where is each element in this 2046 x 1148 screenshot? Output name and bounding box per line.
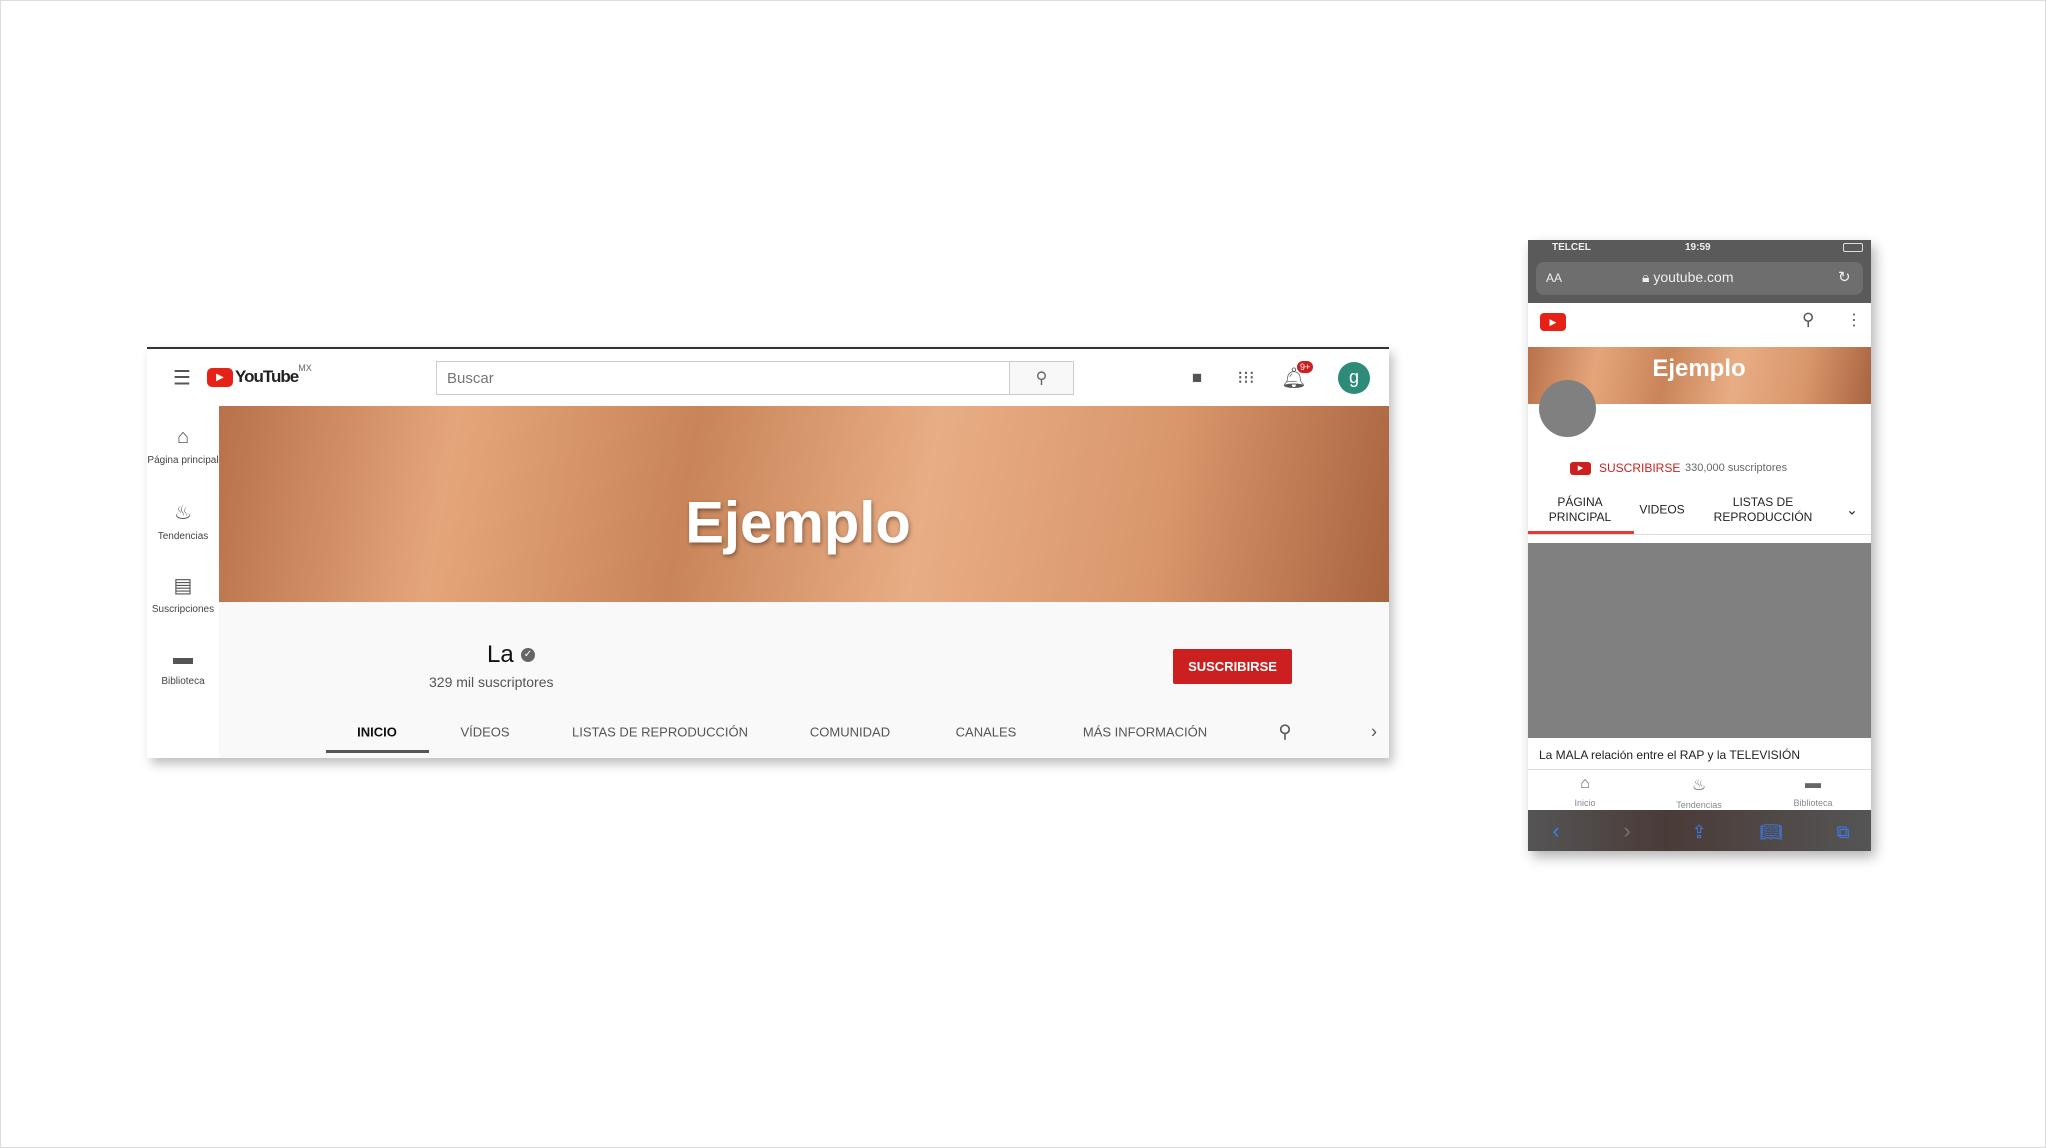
home-icon: ⌂	[176, 426, 190, 448]
create-video-icon[interactable]: ■	[1192, 368, 1202, 388]
subscriber-count: 330,000 suscriptores	[1685, 462, 1788, 474]
video-title[interactable]: La MALA relación entre el RAP y la TELEV…	[1539, 748, 1800, 762]
tabs-icon[interactable]: ⧉	[1837, 822, 1850, 843]
sidebar-item-home[interactable]: ⌂ Página principal	[147, 426, 219, 466]
url-text: 🔒︎ youtube.com	[1642, 269, 1734, 285]
verified-icon: ✓	[521, 648, 535, 662]
notification-badge: 9+	[1297, 361, 1314, 373]
subscriber-count: 329 mil suscriptores	[429, 674, 554, 690]
tab-home[interactable]: PÁGINA PRINCIPAL	[1540, 495, 1620, 525]
banner-title: Ejemplo	[1652, 355, 1746, 382]
active-tab-indicator	[326, 750, 429, 753]
tab-about[interactable]: MÁS INFORMACIÓN	[1083, 725, 1207, 740]
tab-community[interactable]: COMUNIDAD	[810, 725, 890, 740]
chevron-right-icon[interactable]: ›	[1371, 722, 1377, 743]
fire-icon: ♨	[1691, 777, 1707, 794]
clock: 19:59	[1685, 242, 1711, 253]
chevron-down-icon[interactable]: ⌄	[1846, 502, 1858, 518]
tab-videos[interactable]: VIDEOS	[1639, 503, 1684, 518]
reload-icon[interactable]: ↻	[1838, 268, 1851, 286]
youtube-logo[interactable]: ▶ YouTube MX	[207, 363, 312, 387]
forward-icon[interactable]: ›	[1623, 818, 1630, 844]
battery-icon	[1843, 243, 1863, 252]
hamburger-menu-icon[interactable]: ☰	[173, 366, 191, 391]
folder-icon: ▬	[1805, 775, 1821, 792]
desktop-mockup: ☰ ▶ YouTube MX ⚲ ■ ⁝⁝⁝ 🔔︎ 9+ g ⌂Página p…	[147, 347, 1389, 758]
youtube-play-icon: ▶	[1570, 462, 1591, 475]
sidebar-item-subscriptions[interactable]: ▤ Suscripciones	[147, 573, 219, 615]
nav-biblioteca[interactable]: ▬ Biblioteca	[1756, 771, 1870, 810]
youtube-play-icon: ▶	[207, 367, 233, 387]
mobile-mockup: TELCEL 19:59 AA 🔒︎ youtube.com ↻ ▶ ⚲ ⋮ E…	[1528, 240, 1871, 851]
search-icon[interactable]: ⚲	[1802, 310, 1814, 330]
youtube-logo[interactable]: ▶	[1540, 313, 1566, 331]
share-icon[interactable]: ⇪	[1691, 822, 1706, 843]
nav-tendencias[interactable]: ♨ Tendencias	[1642, 771, 1756, 810]
text-size-button[interactable]: AA	[1546, 271, 1562, 285]
back-icon[interactable]: ‹	[1552, 818, 1559, 844]
banner-title: Ejemplo	[685, 490, 911, 556]
divider	[1528, 769, 1871, 770]
channel-avatar	[1539, 380, 1596, 437]
avatar[interactable]: g	[1338, 362, 1370, 394]
lock-icon: 🔒︎	[1642, 269, 1654, 285]
tab-inicio[interactable]: INICIO	[357, 725, 397, 740]
search-button[interactable]: ⚲	[1009, 361, 1074, 395]
apps-grid-icon[interactable]: ⁝⁝⁝	[1237, 368, 1254, 389]
subscribe-button[interactable]: SUSCRIBIRSE	[1173, 649, 1292, 684]
subscriptions-icon: ▤	[173, 575, 193, 597]
divider	[1528, 534, 1871, 535]
sidebar-item-trending[interactable]: ♨ Tendencias	[147, 500, 219, 542]
search-icon: ⚲	[1035, 370, 1048, 387]
bookmarks-icon[interactable]: 📖︎	[1760, 822, 1783, 843]
folder-icon: ▬	[173, 647, 193, 669]
channel-search-icon[interactable]: ⚲	[1278, 722, 1291, 743]
carrier: TELCEL	[1552, 242, 1591, 253]
nav-inicio[interactable]: ⌂ Inicio	[1528, 771, 1642, 810]
subscribe-button[interactable]: SUSCRIBIRSE	[1599, 461, 1680, 475]
channel-banner: Ejemplo	[219, 406, 1389, 602]
sidebar-item-library[interactable]: ▬ Biblioteca	[147, 647, 219, 687]
fire-icon: ♨	[174, 502, 192, 524]
channel-name: La	[487, 641, 514, 668]
home-icon: ⌂	[1580, 775, 1590, 792]
tab-playlists[interactable]: LISTAS DE REPRODUCCIÓN	[572, 725, 748, 740]
more-options-icon[interactable]: ⋮	[1846, 310, 1862, 330]
tab-channels[interactable]: CANALES	[956, 725, 1017, 740]
tab-videos[interactable]: VÍDEOS	[460, 725, 509, 740]
tab-playlists[interactable]: LISTAS DE REPRODUCCIÓN	[1708, 495, 1818, 525]
video-thumbnail[interactable]	[1528, 543, 1871, 738]
search-input[interactable]	[436, 361, 1010, 395]
